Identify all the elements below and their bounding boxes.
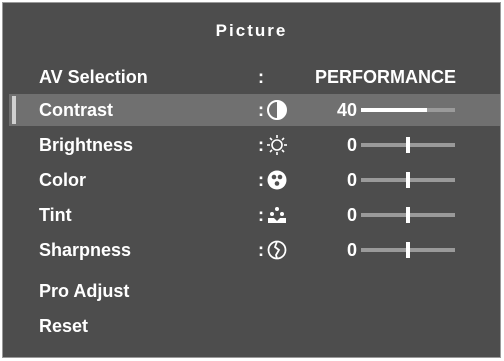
menu-item-brightness[interactable]: Brightness : 0 [9,129,500,161]
menu-item-sharpness[interactable]: Sharpness : 0 [9,234,500,266]
menu-item-label: Reset [39,316,89,336]
color-value: 0 [346,170,357,190]
tint-slider[interactable] [361,207,455,223]
slider-fill [361,108,427,112]
menu-item-label: Color [39,170,86,190]
menu-item-color[interactable]: Color : 0 [9,164,500,196]
menu-item-reset[interactable]: Reset [9,310,500,342]
separator-colon: : [258,170,264,190]
brightness-slider[interactable] [361,137,455,153]
picture-menu-panel: Picture AV Selection : PERFORMANCE Contr… [2,2,501,358]
menu-item-label: Contrast [39,100,114,120]
slider-thumb[interactable] [406,207,410,223]
menu-item-label: Tint [39,205,72,225]
tint-value: 0 [346,205,357,225]
separator-colon: : [258,100,264,120]
menu-item-label: Pro Adjust [39,281,130,301]
color-palette-icon [266,169,288,191]
contrast-value: 40 [336,100,357,120]
menu-item-av-selection[interactable]: AV Selection : PERFORMANCE [9,61,500,93]
slider-thumb[interactable] [406,242,410,258]
menu-title: Picture [215,21,288,40]
sharpness-slider[interactable] [361,242,455,258]
separator-colon: : [258,135,264,155]
sun-icon [266,134,288,156]
slider-thumb[interactable] [406,137,410,153]
separator-colon: : [258,67,264,87]
contrast-slider[interactable] [361,108,455,112]
menu-item-pro-adjust[interactable]: Pro Adjust [9,275,500,307]
separator-colon: : [258,205,264,225]
menu-item-contrast[interactable]: Contrast : 40 [9,94,500,126]
menu-item-label: AV Selection [39,67,148,87]
slider-thumb[interactable] [406,172,410,188]
brightness-value: 0 [346,135,357,155]
av-selection-value: PERFORMANCE [315,67,457,87]
color-slider[interactable] [361,172,455,188]
contrast-icon [266,99,288,121]
sharpness-icon [266,239,288,261]
sharpness-value: 0 [346,240,357,260]
menu-item-label: Brightness [39,135,134,155]
tint-icon [266,204,288,226]
separator-colon: : [258,240,264,260]
menu-item-label: Sharpness [39,240,132,260]
menu-item-tint[interactable]: Tint : 0 [9,199,500,231]
selection-marker [12,96,16,124]
